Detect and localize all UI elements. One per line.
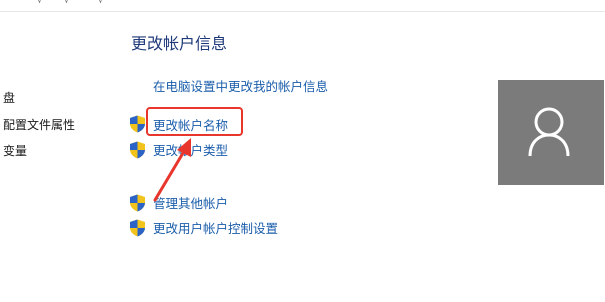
link-change-uac-settings[interactable]: 更改用户帐户控制设置 [153, 221, 278, 237]
uac-shield-icon [130, 194, 145, 212]
link-change-account-in-pc-settings[interactable]: 在电脑设置中更改我的帐户信息 [153, 79, 328, 95]
avatar [498, 80, 604, 185]
uac-shield-icon [130, 115, 145, 133]
sidebar-item-environment-variables[interactable]: 变量 [3, 143, 27, 159]
user-icon [528, 107, 570, 157]
top-strip-glyph-2: √ [64, 0, 70, 6]
control-panel-user-accounts: √ √ √ 盘 配置文件属性 变量 更改帐户信息 在电脑设置中更改我的帐户信息 … [0, 0, 605, 302]
link-change-account-type[interactable]: 更改帐户类型 [153, 143, 228, 159]
highlight-annotation-box [146, 107, 243, 136]
sidebar-item-disk[interactable]: 盘 [3, 90, 15, 106]
link-manage-other-accounts[interactable]: 管理其他帐户 [153, 196, 228, 212]
uac-shield-icon [130, 219, 145, 237]
sidebar-item-profile-properties[interactable]: 配置文件属性 [3, 117, 75, 133]
uac-shield-icon [130, 141, 145, 159]
top-scroll-edge: √ √ √ [0, 0, 605, 12]
top-strip-glyph-1: √ [37, 0, 43, 6]
top-strip-glyph-3: √ [98, 0, 104, 6]
page-title: 更改帐户信息 [131, 34, 228, 53]
